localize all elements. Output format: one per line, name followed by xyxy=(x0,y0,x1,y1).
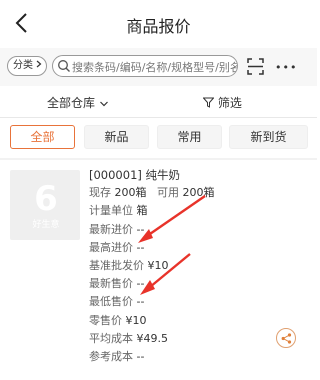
latest-purchase-row: 最新进价 -- xyxy=(89,221,299,239)
product-info: [000001] 纯牛奶 现存 200箱 可用 200箱 计量单位 箱 最新进价… xyxy=(89,166,299,366)
stock-value: 200箱 xyxy=(114,186,147,200)
min-sale-value: -- xyxy=(136,295,145,309)
share-icon xyxy=(281,333,292,344)
tab-new[interactable]: 新品 xyxy=(84,125,149,149)
latest-sale-value: -- xyxy=(136,277,145,291)
retail-value: ¥10 xyxy=(125,313,147,327)
search-placeholder: 搜索条码/编码/名称/规格型号/别名 xyxy=(72,61,238,74)
ref-cost-value: -- xyxy=(136,349,145,363)
base-wholesale-label: 基准批发价 xyxy=(89,258,144,272)
tab-bar: 全部 新品 常用 新到货 xyxy=(0,125,317,151)
tab-frequent[interactable]: 常用 xyxy=(157,125,222,149)
retail-row: 零售价 ¥10 xyxy=(89,312,299,330)
base-wholesale-row: 基准批发价 ¥10 xyxy=(89,257,299,275)
brand-logo: 6 好生意 xyxy=(32,179,59,230)
ref-cost-label: 参考成本 xyxy=(89,349,133,363)
tab-new-arrival[interactable]: 新到货 xyxy=(229,125,308,149)
ref-cost-row: 参考成本 -- xyxy=(89,348,299,366)
available-label: 可用 xyxy=(157,186,179,200)
latest-purchase-label: 最新进价 xyxy=(89,222,133,236)
filter-label: 筛选 xyxy=(217,96,242,110)
min-sale-row: 最低售价 -- xyxy=(89,293,299,311)
unit-value: 箱 xyxy=(136,204,148,218)
latest-sale-label: 最新售价 xyxy=(89,277,133,291)
latest-purchase-value: -- xyxy=(136,222,145,236)
product-thumbnail[interactable]: 6 好生意 xyxy=(10,170,80,240)
search-icon xyxy=(58,60,70,72)
warehouse-label: 全部仓库 xyxy=(47,96,96,110)
base-wholesale-value: ¥10 xyxy=(147,258,169,272)
chevron-down-icon xyxy=(99,101,108,106)
product-card[interactable]: 6 好生意 [000001] 纯牛奶 现存 200箱 可用 200箱 计量单位 … xyxy=(0,160,317,380)
max-purchase-label: 最高进价 xyxy=(89,240,133,254)
stock-row: 现存 200箱 可用 200箱 xyxy=(89,184,299,202)
top-nav-bar: 商品报价 xyxy=(0,0,317,48)
filter-bar: 全部仓库 筛选 xyxy=(0,86,317,118)
category-button[interactable]: 分类 xyxy=(7,56,47,76)
share-button[interactable] xyxy=(276,328,296,348)
svg-text:好生意: 好生意 xyxy=(32,218,59,230)
unit-label: 计量单位 xyxy=(89,204,133,218)
avg-cost-row: 平均成本 ¥49.5 xyxy=(89,330,299,348)
page-title: 商品报价 xyxy=(126,17,191,36)
retail-label: 零售价 xyxy=(89,313,122,327)
filter-button[interactable]: 筛选 xyxy=(203,94,242,111)
svg-text:6: 6 xyxy=(34,179,58,219)
scan-icon[interactable] xyxy=(247,58,264,75)
avg-cost-value: ¥49.5 xyxy=(136,331,169,345)
available-value: 200箱 xyxy=(182,186,215,200)
max-purchase-row: 最高进价 -- xyxy=(89,239,299,257)
stock-label: 现存 xyxy=(89,186,111,200)
product-name: [000001] 纯牛奶 xyxy=(89,168,181,182)
search-input[interactable]: 搜索条码/编码/名称/规格型号/别名 xyxy=(52,55,238,77)
tab-all[interactable]: 全部 xyxy=(10,125,75,149)
category-label: 分类 xyxy=(13,60,33,71)
chevron-right-icon xyxy=(36,60,42,68)
warehouse-dropdown[interactable]: 全部仓库 xyxy=(47,94,109,111)
unit-row: 计量单位 箱 xyxy=(89,202,299,220)
search-bar: 分类 搜索条码/编码/名称/规格型号/别名 ••• xyxy=(0,48,317,86)
min-sale-label: 最低售价 xyxy=(89,295,133,309)
latest-sale-row: 最新售价 -- xyxy=(89,275,299,293)
max-purchase-value: -- xyxy=(136,240,145,254)
funnel-icon xyxy=(203,97,214,108)
avg-cost-label: 平均成本 xyxy=(89,331,133,345)
more-icon[interactable]: ••• xyxy=(275,62,297,73)
